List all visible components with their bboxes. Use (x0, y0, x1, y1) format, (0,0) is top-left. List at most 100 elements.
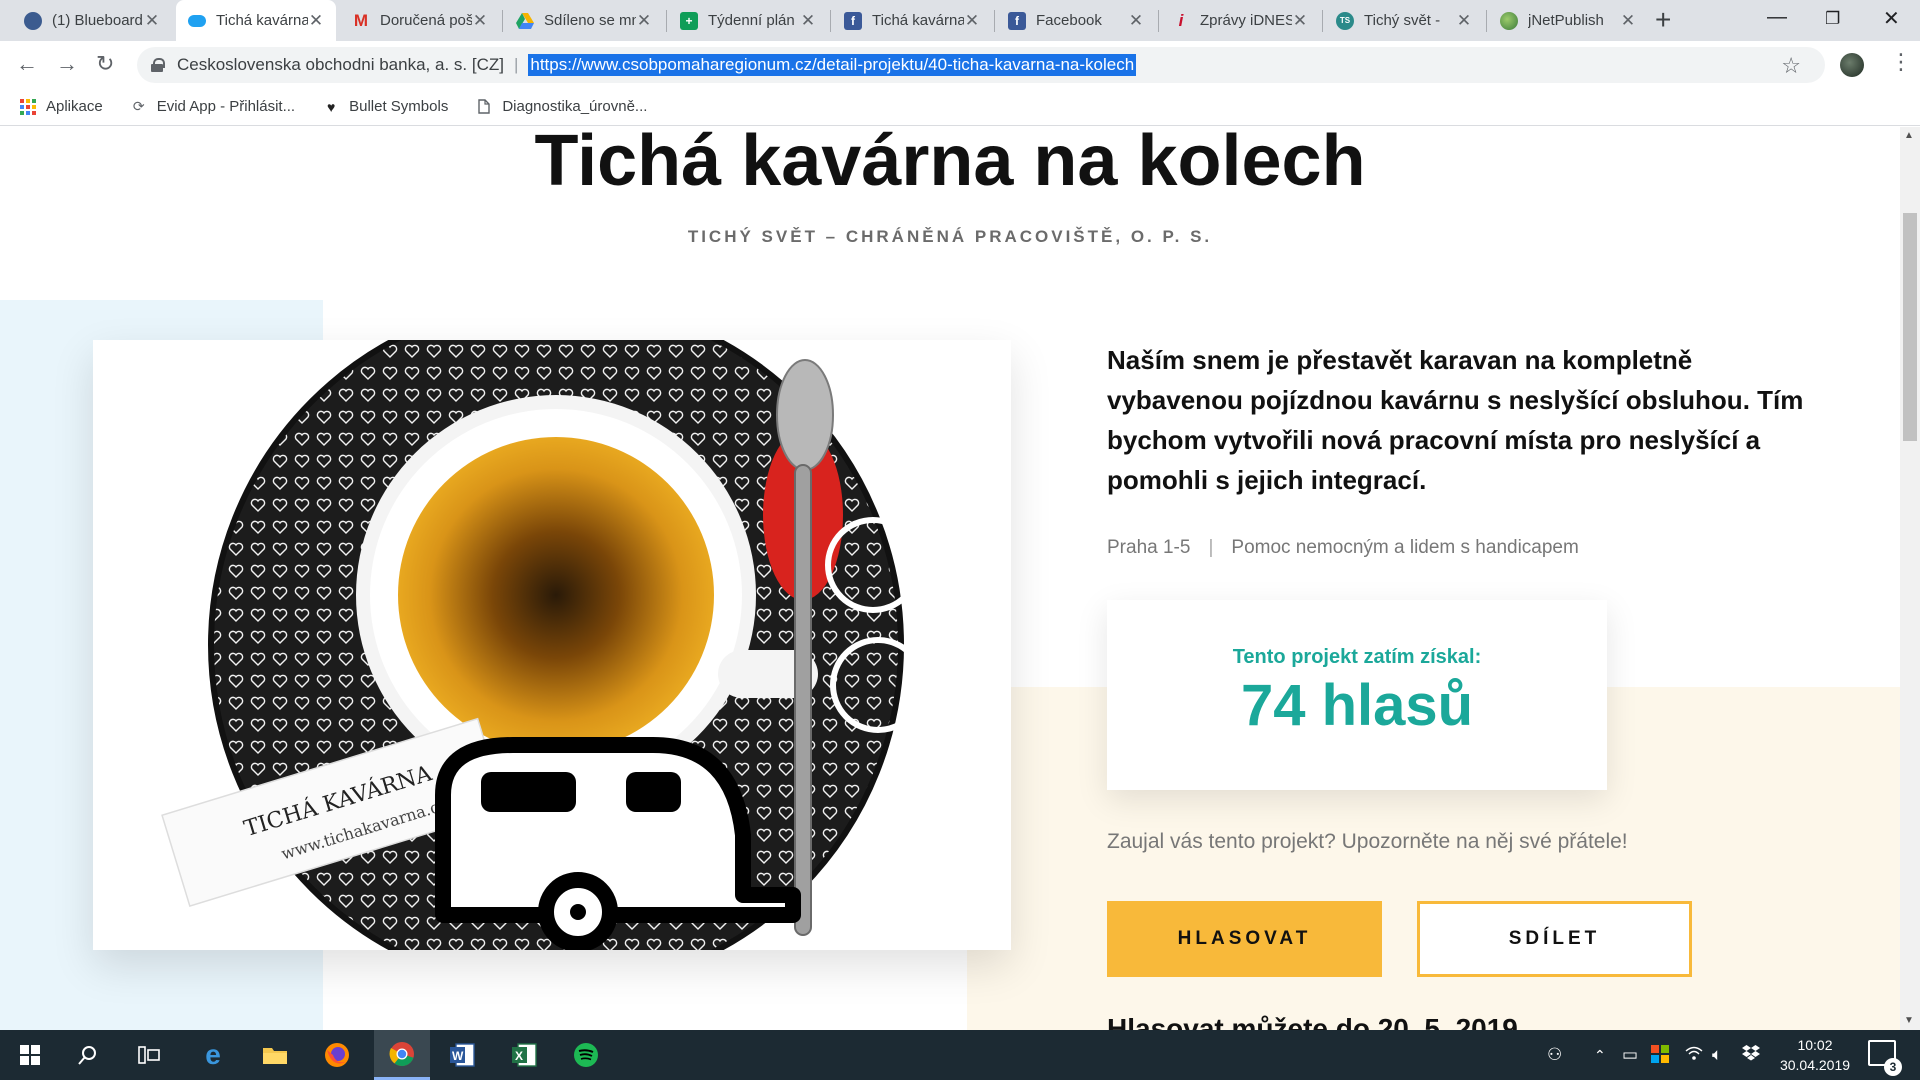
gmail-icon: M (353, 10, 369, 30)
close-icon[interactable]: ✕ (1620, 11, 1636, 31)
tab-jnetpublish[interactable]: jNetPublish ✕ (1488, 0, 1648, 41)
bookmark-diagnostika[interactable]: Diagnostika_úrovně... (476, 98, 647, 115)
tab-title: Sdíleno se mnou (544, 12, 636, 29)
tab-title: Doručená pošta (380, 12, 472, 29)
facebook-icon: f (844, 11, 862, 30)
close-icon[interactable]: ✕ (144, 11, 160, 31)
bookmark-star-icon[interactable]: ☆ (1781, 53, 1801, 79)
address-bar[interactable]: Ceskoslovenska obchodni banka, a. s. [CZ… (137, 47, 1825, 83)
jnet-icon (1500, 11, 1518, 30)
facebook-icon: f (1008, 11, 1026, 30)
wifi-icon[interactable] (1685, 1045, 1703, 1066)
close-icon[interactable]: ✕ (636, 11, 652, 31)
tab-title: Týdenní plán (708, 12, 795, 29)
svg-text:X: X (515, 1049, 523, 1063)
new-tab-button[interactable]: + (1655, 4, 1671, 36)
back-button[interactable]: ← (16, 51, 38, 77)
volume-icon[interactable]: 🔈︎ (1712, 1045, 1722, 1065)
notification-count-badge: 3 (1884, 1058, 1902, 1076)
bookmark-label: Diagnostika_úrovně... (502, 98, 648, 115)
app-tray-icon[interactable] (1651, 1045, 1669, 1068)
svg-text:W: W (452, 1049, 464, 1063)
spotify-icon[interactable] (561, 1030, 611, 1080)
project-category[interactable]: Pomoc nemocným a lidem s handicapem (1231, 537, 1578, 559)
word-icon[interactable]: W (437, 1030, 487, 1080)
close-icon[interactable]: ✕ (1128, 11, 1144, 31)
tab-drive[interactable]: Sdíleno se mnou ✕ (504, 0, 664, 41)
bookmark-label: Aplikace (46, 98, 103, 115)
tab-facebook-kavarna[interactable]: f Tichá kavárna ✕ (832, 0, 992, 41)
votes-card: Tento projekt zatím získal: 74 hlasů (1107, 600, 1607, 790)
edge-icon[interactable]: e (188, 1030, 238, 1080)
share-button[interactable]: SDÍLET (1417, 901, 1692, 977)
search-icon[interactable] (63, 1030, 113, 1080)
system-clock[interactable]: 10:02 30.04.2019 (1770, 1035, 1860, 1075)
tab-facebook[interactable]: f Facebook ✕ (996, 0, 1156, 41)
reload-button[interactable]: ↻ (96, 51, 114, 77)
bookmark-label: Evid App - Přihlásit... (156, 98, 296, 115)
bookmark-evid[interactable]: ⟳ Evid App - Přihlásit... (131, 98, 295, 115)
tab-gmail[interactable]: M Doručená pošta ✕ (340, 0, 500, 41)
project-meta: Praha 1-5 | Pomoc nemocným a lidem s han… (1107, 537, 1579, 559)
tab-title: Tichá kavárna (216, 12, 308, 29)
tab-ticha-kavarna[interactable]: Tichá kavárna ✕ (176, 0, 336, 41)
votes-label: Tento projekt zatím získal: (1232, 646, 1482, 668)
meta-separator: | (1208, 537, 1214, 558)
evid-icon: ⟳ (132, 98, 145, 114)
project-intro: Naším snem je přestavět karavan na kompl… (1107, 345, 1804, 495)
chrome-icon[interactable] (374, 1030, 430, 1080)
close-icon[interactable]: ✕ (472, 11, 488, 31)
certificate-label: Ceskoslovenska obchodni banka, a. s. [CZ… (177, 55, 504, 74)
start-button[interactable] (5, 1030, 55, 1080)
forward-button[interactable]: → (56, 51, 78, 77)
vote-button[interactable]: HLASOVAT (1107, 901, 1382, 977)
tab-blueboard[interactable]: (1) Blueboard ✕ (12, 0, 172, 41)
project-location: Praha 1-5 (1107, 537, 1191, 558)
file-explorer-icon[interactable] (250, 1030, 300, 1080)
profile-avatar[interactable] (1840, 53, 1864, 77)
tab-title: (1) Blueboard (52, 12, 143, 29)
close-icon[interactable]: ✕ (800, 11, 816, 31)
people-icon[interactable]: ⚇ (1547, 1045, 1562, 1065)
browser-menu-icon[interactable]: ⋮ (1890, 49, 1912, 75)
task-view-icon[interactable] (124, 1030, 174, 1080)
tab-title: Tichá kavárna (872, 12, 964, 29)
bookmark-bullet-symbols[interactable]: ♥ Bullet Symbols (323, 98, 448, 115)
windows-icon (20, 1045, 40, 1065)
tab-title: jNetPublish (1528, 12, 1604, 29)
url-text[interactable]: https://www.csobpomaharegionum.cz/detail… (528, 54, 1137, 76)
tab-ticha-svet[interactable]: TS Tichý svět - ✕ (1324, 0, 1484, 41)
excel-icon[interactable]: X (499, 1030, 549, 1080)
browser-toolbar: ← → ↻ Ceskoslovenska obchodni banka, a. … (0, 41, 1920, 88)
close-icon[interactable]: ✕ (964, 11, 980, 31)
chevron-up-icon[interactable]: ⌃ (1594, 1047, 1606, 1064)
project-photo: TICHÁ KAVÁRNA www.tichakavarna.cz (93, 340, 1011, 950)
idnes-icon: i (1178, 10, 1184, 30)
apps-icon (20, 98, 36, 115)
clock-date: 30.04.2019 (1779, 1057, 1851, 1073)
close-window-button[interactable]: ✕ (1883, 6, 1900, 31)
scrollbar-thumb[interactable] (1903, 213, 1917, 441)
clock-time: 10:02 (1797, 1037, 1833, 1053)
page-icon (476, 99, 492, 115)
restore-button[interactable]: ❐ (1825, 9, 1840, 29)
sheets-icon: + (680, 11, 698, 30)
tab-title: Zprávy iDNES (1200, 12, 1292, 29)
close-icon[interactable]: ✕ (1292, 11, 1308, 31)
project-title: Tichá kavárna na kolech (534, 127, 1366, 201)
tab-idnes[interactable]: i Zprávy iDNES ✕ (1160, 0, 1320, 41)
minimize-button[interactable]: — (1767, 6, 1787, 29)
battery-icon[interactable]: ▭ (1622, 1045, 1638, 1065)
firefox-icon[interactable] (312, 1030, 362, 1080)
scroll-up-icon[interactable]: ▲ (1904, 130, 1914, 141)
close-icon[interactable]: ✕ (1456, 11, 1472, 31)
ts-icon: TS (1336, 11, 1354, 30)
scroll-down-icon[interactable]: ▼ (1904, 1015, 1914, 1026)
dropbox-icon[interactable] (1742, 1045, 1760, 1066)
drive-icon (516, 12, 534, 30)
close-icon[interactable]: ✕ (308, 11, 324, 31)
page-content: Tichá kavárna na kolech TICHÝ SVĚT – CHR… (0, 127, 1900, 1030)
organization-name: TICHÝ SVĚT – CHRÁNĚNÁ PRACOVIŠTĚ, O. P. … (687, 227, 1213, 246)
tab-sheets[interactable]: + Týdenní plán ✕ (668, 0, 828, 41)
bookmark-apps[interactable]: Aplikace (20, 98, 103, 115)
